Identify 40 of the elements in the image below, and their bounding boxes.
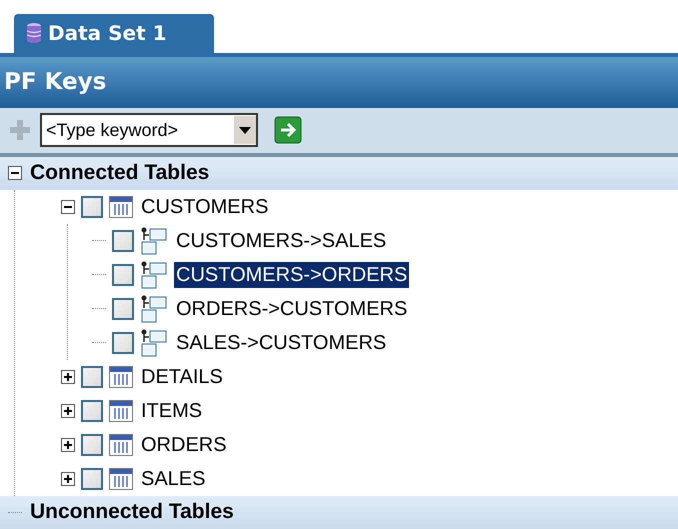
tree-item-label[interactable]: DETAILS	[139, 364, 225, 390]
database-icon	[26, 22, 42, 44]
checkbox[interactable]	[112, 264, 134, 286]
keyword-combobox[interactable]: <Type keyword>	[40, 113, 258, 148]
expand-icon[interactable]	[61, 404, 75, 418]
checkbox[interactable]	[81, 196, 103, 218]
key-relation-icon	[140, 328, 168, 358]
tree-item-label[interactable]: ORDERS	[139, 432, 229, 458]
tree-group-label[interactable]: Connected Tables	[28, 160, 212, 186]
table-icon	[109, 434, 133, 456]
tree-item-label[interactable]: ORDERS->CUSTOMERS	[174, 296, 410, 322]
collapse-icon[interactable]	[8, 166, 22, 180]
checkbox[interactable]	[112, 230, 134, 252]
table-icon	[109, 196, 133, 218]
checkbox[interactable]	[112, 298, 134, 320]
key-relation-icon	[140, 226, 168, 256]
tree-item-label[interactable]: CUSTOMERS->SALES	[174, 228, 388, 254]
checkbox[interactable]	[81, 468, 103, 490]
tree-item-label[interactable]: SALES->CUSTOMERS	[174, 330, 388, 356]
expand-icon[interactable]	[61, 472, 75, 486]
tree-item-label[interactable]: ITEMS	[139, 398, 204, 424]
key-relation-icon	[140, 294, 168, 324]
tree-item-label[interactable]: CUSTOMERS	[139, 194, 270, 220]
table-icon	[109, 468, 133, 490]
tab[interactable]: Data Set 1	[14, 14, 214, 53]
tree-group-label[interactable]: Unconnected Tables	[28, 499, 236, 526]
expand-icon[interactable]	[61, 370, 75, 384]
expand-icon[interactable]	[61, 438, 75, 452]
table-icon	[109, 400, 133, 422]
tree-item-label[interactable]: SALES	[139, 466, 208, 492]
tree-item-label[interactable]: CUSTOMERS->ORDERS	[174, 262, 410, 288]
checkbox[interactable]	[81, 434, 103, 456]
keyword-field[interactable]: <Type keyword>	[42, 115, 234, 146]
checkbox[interactable]	[81, 400, 103, 422]
key-relation-icon	[140, 260, 168, 290]
checkbox[interactable]	[81, 366, 103, 388]
checkbox[interactable]	[112, 332, 134, 354]
panel-title: PF Keys	[4, 68, 106, 98]
table-icon	[109, 366, 133, 388]
collapse-icon[interactable]	[61, 200, 75, 214]
